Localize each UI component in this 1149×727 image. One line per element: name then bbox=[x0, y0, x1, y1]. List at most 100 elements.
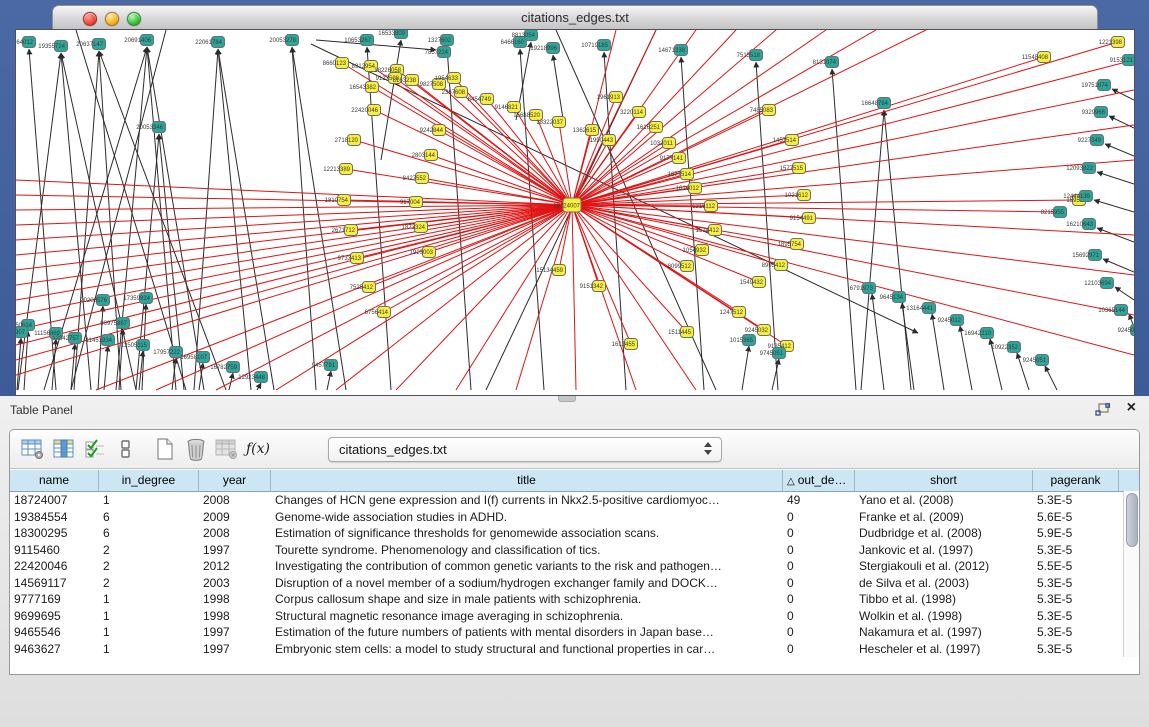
column-header-title[interactable]: title bbox=[271, 470, 783, 491]
table-cell: 0 bbox=[783, 641, 855, 658]
table-cell: 2003 bbox=[199, 575, 271, 592]
sort-ascending-icon: △ bbox=[787, 476, 795, 487]
graph-node-label: 3915907 bbox=[16, 330, 26, 336]
graph-node-label: 16782759 bbox=[210, 365, 237, 371]
graph-node-label: 1327602 bbox=[428, 38, 452, 44]
table-cell: 9115460 bbox=[10, 542, 99, 559]
column-header-year[interactable]: year bbox=[199, 470, 271, 491]
table-cell: Embryonic stem cells: a model to study s… bbox=[271, 641, 783, 658]
graph-node-label: 8995412 bbox=[762, 263, 786, 269]
table-toolbar: ƒ(x) citations_edges.txt bbox=[10, 430, 1139, 469]
graph-node-label: 20206576 bbox=[80, 298, 107, 304]
graph-node-label: 1961913 bbox=[597, 95, 621, 101]
graph-node-label: 1054932 bbox=[683, 248, 707, 254]
column-header-in_degree[interactable]: in_degree bbox=[99, 470, 199, 491]
table-cell: 9463627 bbox=[10, 641, 99, 658]
graph-node-label: 2718120 bbox=[335, 138, 359, 144]
table-cell: 1997 bbox=[199, 641, 271, 658]
table-scrollbar[interactable] bbox=[1123, 491, 1139, 657]
table-cell: 0 bbox=[783, 525, 855, 542]
table-row[interactable]: 1938455462009Genome-wide association stu… bbox=[10, 509, 1139, 526]
table-cell: 2008 bbox=[199, 492, 271, 509]
table-cell: 49 bbox=[783, 492, 855, 509]
graph-node-label: 8454749 bbox=[468, 97, 492, 103]
graph-node-label: 1954633 bbox=[435, 76, 459, 82]
graph-node-label: 1810754 bbox=[325, 198, 349, 204]
graph-node-label: 8912954 bbox=[352, 64, 376, 70]
network-canvas[interactable]: 8660123891295418226058912750816543382816… bbox=[15, 29, 1135, 396]
table-cell: 0 bbox=[783, 575, 855, 592]
graph-node-label: 1021612 bbox=[785, 193, 809, 199]
close-panel-icon[interactable]: × bbox=[1127, 399, 1136, 417]
table-source-select[interactable]: citations_edges.txt bbox=[328, 437, 722, 462]
graph-node-label: 8813054 bbox=[512, 33, 536, 39]
table-row[interactable]: 1872400712008Changes of HCN gene express… bbox=[10, 492, 1139, 509]
network-svg: 8660123891295418226058912750816543382816… bbox=[16, 30, 1134, 395]
table-cell: 2 bbox=[99, 542, 199, 559]
graph-node-label: 16543382 bbox=[349, 85, 376, 91]
graph-node-label: 22061784 bbox=[195, 40, 222, 46]
scrollbar-thumb[interactable] bbox=[1126, 493, 1138, 547]
node-table: namein_degreeyeartitle△out_de…shortpager… bbox=[10, 470, 1139, 657]
table-row[interactable]: 1456911722003Disruption of a novel membe… bbox=[10, 575, 1139, 592]
table-cell: Changes of HCN gene expression and I(f) … bbox=[271, 492, 783, 509]
delete-table-trash-icon[interactable] bbox=[183, 437, 209, 461]
table-cell: 5.3E-5 bbox=[1033, 591, 1119, 608]
graph-node-label: 8215955 bbox=[1041, 210, 1065, 216]
column-header-out_de[interactable]: △out_de… bbox=[783, 470, 855, 491]
graph-node-label: 7525412 bbox=[350, 285, 374, 291]
table-row[interactable]: 911546021997Tourette syndrome. Phenomeno… bbox=[10, 542, 1139, 559]
graph-node-label: 1577515 bbox=[780, 166, 804, 172]
table-row[interactable]: 2242004622012Investigating the contribut… bbox=[10, 558, 1139, 575]
table-cell: Estimation of the future numbers of pati… bbox=[271, 624, 783, 641]
graph-node-label: 9245033 bbox=[1118, 328, 1134, 334]
table-cell: 9699695 bbox=[10, 608, 99, 625]
graph-node-label: 11548408 bbox=[1022, 55, 1049, 61]
graph-node-label: 9457791 bbox=[312, 363, 336, 369]
graph-node-label: 1514412 bbox=[696, 228, 720, 234]
graph-node-label: 9245032 bbox=[745, 328, 769, 334]
window-titlebar[interactable]: citations_edges.txt bbox=[52, 5, 1098, 30]
table-cell: 0 bbox=[783, 608, 855, 625]
table-row[interactable]: 977716911998Corpus callosum shape and si… bbox=[10, 591, 1139, 608]
graph-node-label: 10719185 bbox=[581, 43, 608, 49]
graph-node-label: 7485083 bbox=[750, 108, 774, 114]
graph-node-label: 1511445 bbox=[668, 330, 692, 336]
graph-node-label: 9153121 bbox=[1110, 58, 1134, 64]
select-columns-icon[interactable] bbox=[51, 437, 77, 461]
table-panel-box: ƒ(x) citations_edges.txt namein_degreeye… bbox=[9, 429, 1140, 675]
table-cell: 1 bbox=[99, 624, 199, 641]
graph-node-label: 1616012 bbox=[676, 186, 700, 192]
table-cell: 2012 bbox=[199, 558, 271, 575]
table-row[interactable]: 969969511998Structural magnetic resonanc… bbox=[10, 608, 1139, 625]
graph-node-label: 1015365 bbox=[730, 338, 754, 344]
graph-node-label: 16210643 bbox=[1066, 222, 1093, 228]
column-header-pagerank[interactable]: pagerank bbox=[1033, 470, 1119, 491]
graph-node-label: 9329966 bbox=[1082, 110, 1106, 116]
function-builder-icon[interactable]: ƒ(x) bbox=[245, 437, 271, 461]
table-settings-icon[interactable] bbox=[20, 437, 46, 461]
table-cell: Investigating the contribution of common… bbox=[271, 558, 783, 575]
row-height-icon[interactable] bbox=[113, 437, 139, 461]
table-row[interactable]: 1830029562008Estimation of significance … bbox=[10, 525, 1139, 542]
table-cell: 1 bbox=[99, 492, 199, 509]
graph-node-label: 7857224 bbox=[425, 50, 449, 56]
table-cell: de Silva et al. (2003) bbox=[855, 575, 1033, 592]
graph-node-label: 9245012 bbox=[938, 318, 962, 324]
table-cell: 2 bbox=[99, 558, 199, 575]
column-header-short[interactable]: short bbox=[855, 470, 1033, 491]
table-row[interactable]: 946554611997Estimation of the future num… bbox=[10, 624, 1139, 641]
panel-title: Table Panel bbox=[10, 403, 73, 417]
new-table-icon[interactable] bbox=[152, 437, 178, 461]
float-panel-icon[interactable] bbox=[1095, 403, 1111, 417]
table-cell: 6 bbox=[99, 509, 199, 526]
delete-column-icon-disabled bbox=[214, 437, 240, 461]
table-row[interactable]: 946362711997Embryonic stem cells: a mode… bbox=[10, 641, 1139, 658]
graph-node-label: 6756414 bbox=[365, 310, 389, 316]
column-header-name[interactable]: name bbox=[10, 470, 99, 491]
select-all-checks-icon[interactable] bbox=[82, 437, 108, 461]
graph-node-label: 13164441 bbox=[906, 306, 933, 312]
graph-node-label: 8427552 bbox=[403, 176, 427, 182]
panel-splitter-grip[interactable] bbox=[558, 396, 576, 402]
table-cell: 2009 bbox=[199, 509, 271, 526]
